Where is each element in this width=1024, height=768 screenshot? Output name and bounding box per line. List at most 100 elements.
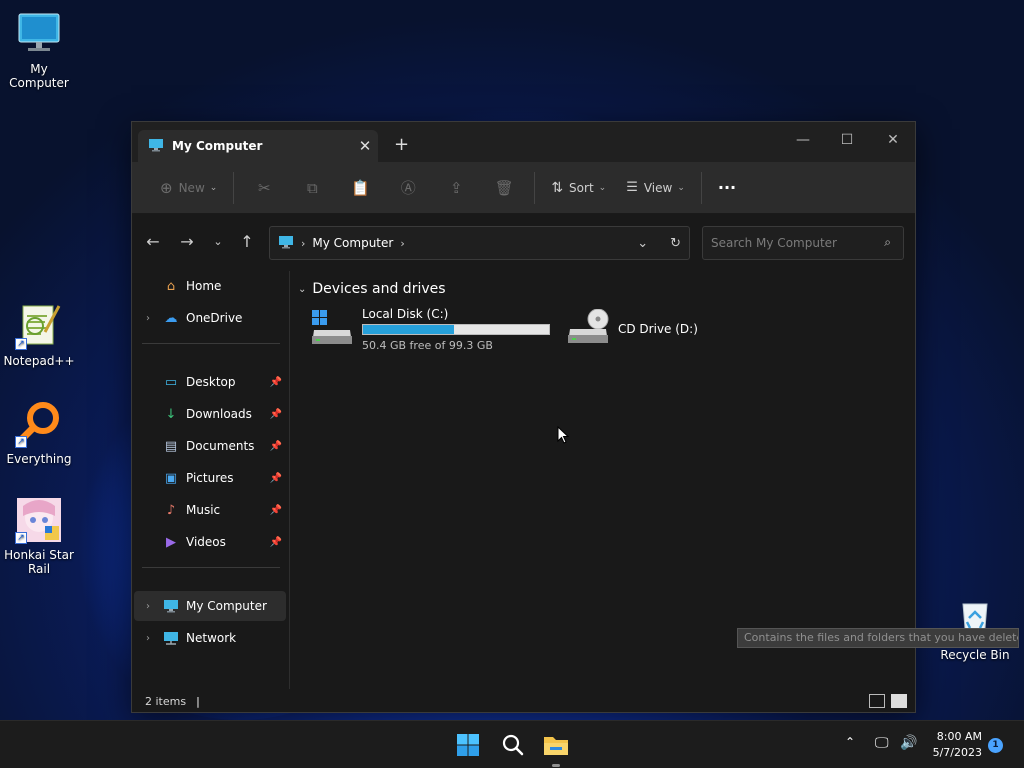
sidebar-item-videos[interactable]: ▶ Videos 📌 — [134, 527, 286, 557]
cd-drive-icon — [566, 308, 610, 348]
status-bar: 2 items | — [132, 690, 915, 713]
close-tab-icon[interactable]: ✕ — [352, 137, 378, 155]
search-taskbar-button[interactable] — [498, 731, 528, 759]
title-bar[interactable]: My Computer ✕ + — ☐ ✕ — [132, 122, 915, 162]
toolbar-divider — [233, 171, 235, 204]
desktop-icon-everything[interactable]: ↗ Everything — [0, 400, 78, 466]
search-box[interactable]: ⌕ — [702, 226, 904, 260]
address-history-icon[interactable]: ⌄ — [637, 236, 648, 251]
address-bar[interactable]: › My Computer › ⌄ ↻ — [269, 226, 690, 260]
recent-locations-icon[interactable]: ⌄ — [207, 235, 229, 248]
notepad-plus-plus-icon: ↗ — [15, 302, 63, 350]
sidebar-item-label: Pictures — [186, 471, 234, 485]
delete-icon[interactable]: 🗑 — [490, 172, 518, 204]
sidebar-divider — [142, 567, 280, 568]
content-pane: ⌄ Devices and drives Local Disk (C:) 50.… — [292, 271, 915, 689]
search-icon[interactable]: ⌕ — [884, 235, 891, 250]
cut-icon[interactable]: ✂ — [250, 172, 278, 204]
network-status-icon[interactable]: 🖵 — [875, 735, 889, 751]
pin-icon[interactable]: 📌 — [270, 473, 282, 484]
tiles-view-icon[interactable] — [891, 694, 907, 708]
sidebar-item-music[interactable]: ♪ Music 📌 — [134, 495, 286, 525]
file-explorer-taskbar-button[interactable] — [541, 731, 571, 759]
pin-icon[interactable]: 📌 — [270, 537, 282, 548]
sidebar-item-label: Network — [186, 631, 237, 645]
clock-time: 8:00 AM — [936, 730, 982, 743]
picture-icon: ▣ — [164, 470, 178, 486]
chevron-right-icon[interactable]: › — [134, 633, 162, 644]
start-button[interactable] — [453, 731, 483, 759]
section-title: Devices and drives — [312, 281, 446, 297]
sidebar-item-documents[interactable]: ▤ Documents 📌 — [134, 431, 286, 461]
sidebar-divider — [142, 343, 280, 344]
drive-cd-d[interactable]: CD Drive (D:) — [566, 308, 698, 348]
pin-icon[interactable]: 📌 — [270, 441, 282, 452]
chevron-right-icon[interactable]: › — [134, 601, 162, 612]
sidebar-item-home[interactable]: ⌂ Home — [134, 271, 286, 301]
breadcrumb-separator-icon[interactable]: › — [301, 237, 305, 250]
drive-free-space: 50.4 GB free of 99.3 GB — [362, 339, 493, 352]
sidebar-item-desktop[interactable]: ▭ Desktop 📌 — [134, 367, 286, 397]
new-button[interactable]: ⊕ New ⌄ — [150, 172, 227, 204]
breadcrumb-separator-icon[interactable]: › — [400, 237, 404, 250]
maximize-button[interactable]: ☐ — [827, 128, 867, 154]
pin-icon[interactable]: 📌 — [270, 377, 282, 388]
volume-icon[interactable]: 🔊 — [900, 735, 917, 751]
breadcrumb-my-computer[interactable]: My Computer — [312, 236, 393, 250]
sidebar-item-downloads[interactable]: ↓ Downloads 📌 — [134, 399, 286, 429]
computer-icon — [278, 235, 294, 252]
refresh-icon[interactable]: ↻ — [670, 236, 681, 251]
show-hidden-icons-icon[interactable]: ⌃ — [845, 735, 855, 749]
paste-icon[interactable]: 📋 — [346, 172, 374, 204]
view-button[interactable]: ☰ View ⌄ — [616, 172, 695, 204]
section-header-devices-and-drives[interactable]: ⌄ Devices and drives — [298, 281, 446, 297]
desktop-folder-icon: ▭ — [164, 374, 178, 390]
desktop-icon-notepad-plus-plus[interactable]: ↗ Notepad++ — [0, 302, 78, 368]
taskbar: ⌃ 🖵 🔊 8:00 AM 5/7/2023 1 — [0, 720, 1024, 768]
sidebar-item-my-computer[interactable]: › My Computer — [134, 591, 286, 621]
details-view-icon[interactable] — [869, 694, 885, 708]
rename-icon[interactable]: Ⓐ — [394, 172, 422, 204]
sidebar-item-network[interactable]: › Network — [134, 623, 286, 653]
mouse-cursor-icon — [557, 426, 569, 444]
drive-local-disk-c[interactable]: Local Disk (C:) 50.4 GB free of 99.3 GB — [310, 307, 550, 352]
sidebar-item-label: My Computer — [186, 599, 267, 613]
tab-my-computer[interactable]: My Computer ✕ — [138, 130, 378, 162]
pin-icon[interactable]: 📌 — [270, 505, 282, 516]
sidebar-item-pictures[interactable]: ▣ Pictures 📌 — [134, 463, 286, 493]
chevron-down-icon[interactable]: ⌄ — [298, 284, 306, 295]
sidebar-item-label: Videos — [186, 535, 226, 549]
copy-icon[interactable]: ⧉ — [298, 172, 326, 204]
music-icon: ♪ — [166, 502, 176, 518]
notification-badge[interactable]: 1 — [988, 738, 1003, 753]
plus-circle-icon: ⊕ — [160, 178, 173, 197]
sidebar-item-onedrive[interactable]: › ☁ OneDrive — [134, 303, 286, 333]
more-options-button[interactable]: ··· — [708, 172, 746, 204]
sidebar-item-label: Desktop — [186, 375, 236, 389]
minimize-button[interactable]: — — [783, 128, 823, 154]
chevron-right-icon[interactable]: › — [134, 313, 162, 324]
toolbar-divider — [534, 171, 536, 204]
forward-arrow-icon[interactable]: → — [176, 232, 198, 251]
back-arrow-icon[interactable]: ← — [142, 232, 164, 251]
chevron-down-icon: ⌄ — [598, 182, 607, 193]
new-tab-button[interactable]: + — [394, 134, 409, 155]
shortcut-arrow-icon: ↗ — [15, 436, 27, 448]
document-icon: ▤ — [164, 438, 178, 454]
pin-icon[interactable]: 📌 — [270, 409, 282, 420]
video-icon: ▶ — [166, 534, 176, 550]
desktop-icon-my-computer[interactable]: My Computer — [0, 10, 78, 90]
drive-name: CD Drive (D:) — [618, 321, 698, 336]
close-window-button[interactable]: ✕ — [873, 128, 913, 154]
search-input[interactable] — [703, 227, 863, 259]
up-arrow-icon[interactable]: ↑ — [236, 232, 258, 251]
share-icon[interactable]: ⇪ — [442, 172, 470, 204]
clock-date: 5/7/2023 — [932, 746, 982, 759]
more-icon: ··· — [717, 178, 737, 197]
file-explorer-window[interactable]: My Computer ✕ + — ☐ ✕ ⊕ New ⌄ ✂ ⧉ 📋 Ⓐ ⇪ … — [131, 121, 916, 713]
sort-button[interactable]: ⇅ Sort ⌄ — [541, 172, 616, 204]
sort-icon: ⇅ — [551, 179, 564, 196]
folder-icon — [544, 737, 568, 755]
clock[interactable]: 8:00 AM 5/7/2023 — [928, 729, 982, 761]
desktop-icon-honkai-star-rail[interactable]: ↗ Honkai Star Rail — [0, 496, 78, 576]
